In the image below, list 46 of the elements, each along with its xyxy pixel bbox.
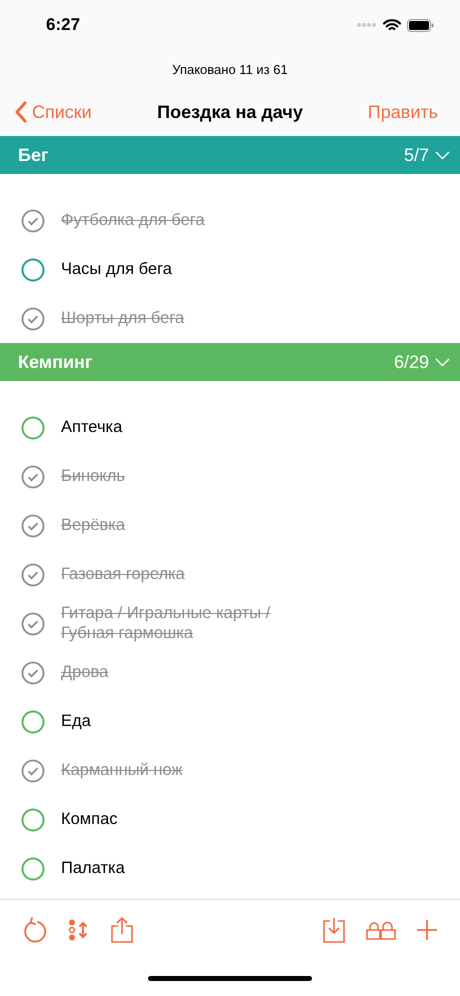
- checked-icon[interactable]: [21, 306, 45, 330]
- unchecked-icon[interactable]: [21, 710, 45, 734]
- checked-icon[interactable]: [21, 464, 45, 488]
- home-indicator[interactable]: [148, 976, 312, 980]
- back-chevron-icon[interactable]: [14, 101, 28, 123]
- bags-icon[interactable]: [366, 920, 396, 940]
- item-label: Карманный нож: [61, 760, 183, 781]
- item-label: Аптечка: [61, 416, 122, 438]
- checked-icon[interactable]: [21, 208, 45, 232]
- download-icon[interactable]: [322, 917, 346, 943]
- battery-icon: [407, 18, 434, 32]
- item-label: Шорты для бега: [61, 308, 184, 329]
- packed-count: Упаковано 11 из 61: [172, 62, 288, 76]
- chevron-icon: [435, 150, 450, 160]
- checked-icon[interactable]: [21, 562, 45, 586]
- item-label: Верёвка: [61, 514, 126, 536]
- share-icon[interactable]: [110, 916, 134, 944]
- unchecked-icon[interactable]: [21, 856, 45, 880]
- checked-icon[interactable]: [21, 758, 45, 782]
- checked-icon[interactable]: [21, 514, 45, 538]
- status-time: 6:27: [46, 15, 80, 35]
- item-label: Бинокль: [61, 466, 125, 487]
- section-header[interactable]: Бег 5/7: [0, 136, 460, 174]
- unchecked-icon[interactable]: [21, 258, 45, 282]
- unchecked-icon[interactable]: [21, 416, 45, 440]
- item-label: Еда: [61, 710, 91, 732]
- edit-link[interactable]: Править: [368, 102, 438, 122]
- item-label: Часы для бега: [61, 258, 172, 280]
- item-label: Палатка: [61, 858, 125, 879]
- list-title: Поездка на дачу: [157, 102, 303, 122]
- checked-icon[interactable]: [21, 612, 45, 636]
- section-header[interactable]: Кемпинг 6/29: [0, 343, 460, 381]
- checked-icon[interactable]: [21, 660, 45, 684]
- refresh-icon[interactable]: [22, 916, 48, 944]
- sort-icon[interactable]: [68, 919, 90, 941]
- wifi-icon: [383, 18, 401, 32]
- item-label: Гитара / Игральные карты / Губная гармошка: [61, 602, 272, 644]
- item-label: Дрова: [61, 662, 108, 683]
- item-label: Футболка для бега: [61, 210, 205, 231]
- item-label: Компас: [61, 808, 118, 830]
- signal-icon: [357, 22, 377, 28]
- unchecked-icon[interactable]: [21, 808, 45, 832]
- chevron-icon: [435, 358, 450, 366]
- back-link[interactable]: Списки: [14, 101, 92, 123]
- item-label: Газовая горелка: [61, 564, 185, 585]
- add-icon[interactable]: [416, 919, 438, 941]
